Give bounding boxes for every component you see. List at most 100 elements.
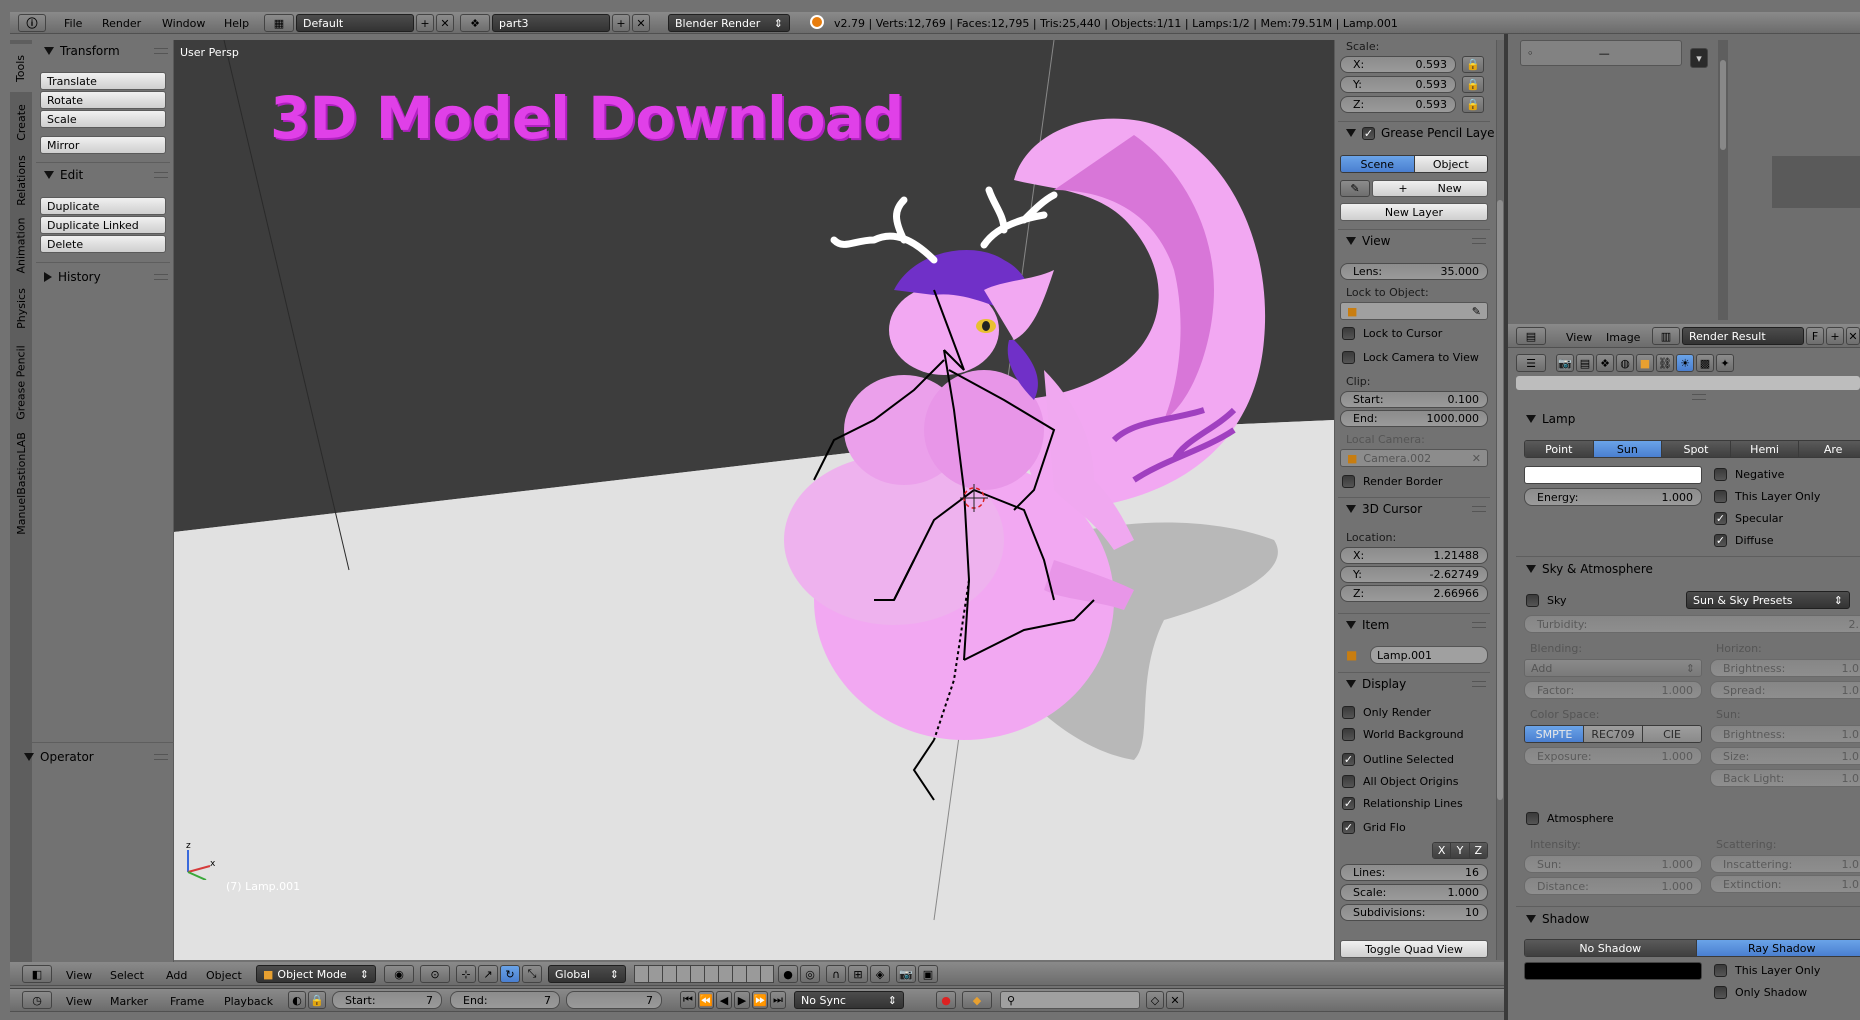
texture-tab-icon[interactable]: ▩ <box>1696 354 1714 372</box>
lamp-type-hemi[interactable]: Hemi <box>1730 441 1800 457</box>
subdivisions-field[interactable]: Subdivisions: 10 <box>1340 904 1488 921</box>
end-frame-field[interactable]: End: 7 <box>450 991 560 1009</box>
image-name-field[interactable]: Render Result <box>1682 327 1804 345</box>
back-light-field[interactable]: Back Light: 1.0 <box>1710 769 1860 787</box>
lock-icon[interactable]: 🔒 <box>1462 76 1484 93</box>
lamp-panel-header[interactable]: Lamp <box>1526 412 1575 426</box>
local-camera-field[interactable]: ■ Camera.002 ✕ <box>1340 449 1488 467</box>
world-background-checkbox[interactable]: World Background <box>1342 728 1464 741</box>
menu-view[interactable]: View <box>66 969 92 982</box>
exposure-field[interactable]: Exposure: 1.000 <box>1524 747 1702 765</box>
lock-frame-icon[interactable]: 🔒 <box>308 991 326 1009</box>
sun-brightness-field[interactable]: Brightness: 1.0 <box>1710 725 1860 743</box>
drag-grip-icon[interactable] <box>154 48 168 54</box>
snap-element-icon[interactable]: ⊞ <box>848 965 868 983</box>
extinction-field[interactable]: Extinction: 1.0 <box>1710 875 1860 893</box>
dropdown-icon[interactable]: ▾ <box>1690 48 1708 68</box>
scene-tab-icon[interactable]: ❖ <box>1596 354 1614 372</box>
scene-field[interactable]: part3 <box>492 14 610 32</box>
layout-icon[interactable]: ▦ <box>264 14 294 32</box>
tab-relations[interactable]: Relations <box>10 150 32 210</box>
menu-object[interactable]: Object <box>206 969 242 982</box>
new-layer-button[interactable]: New Layer <box>1340 203 1488 221</box>
translate-manip-icon[interactable]: ↗ <box>478 965 498 983</box>
spread-field[interactable]: Spread: 1.0 <box>1710 681 1860 699</box>
grease-pencil-panel-header[interactable]: ✓ Grease Pencil Laye <box>1346 126 1495 140</box>
eyedropper-icon[interactable]: ✎ <box>1472 305 1481 318</box>
color-space-smpte[interactable]: SMPTE <box>1525 726 1584 742</box>
outline-selected-checkbox[interactable]: ✓ Outline Selected <box>1342 753 1454 766</box>
start-frame-field[interactable]: Start: 7 <box>332 991 442 1009</box>
tab-grease-pencil[interactable]: Grease Pencil <box>10 340 32 424</box>
menu-render[interactable]: Render <box>102 17 141 30</box>
drag-grip-icon[interactable] <box>1472 506 1486 512</box>
horizon-brightness-field[interactable]: Brightness: 1.0 <box>1710 659 1860 677</box>
snap-target-icon[interactable]: ◈ <box>870 965 890 983</box>
info-icon[interactable]: ⓘ <box>18 14 46 32</box>
cursor-x-field[interactable]: X: 1.21488 <box>1340 547 1488 564</box>
add-scene-icon[interactable]: + <box>612 14 630 32</box>
translate-button[interactable]: Translate <box>40 72 166 90</box>
lamp-type-point[interactable]: Point <box>1525 441 1594 457</box>
this-layer-only-checkbox[interactable]: This Layer Only <box>1714 490 1820 503</box>
menu-select[interactable]: Select <box>110 969 144 982</box>
orientation-select[interactable]: Global ⇕ <box>548 965 626 983</box>
grease-source-toggle[interactable]: Scene Object <box>1340 155 1488 173</box>
intensity-sun-field[interactable]: Sun: 1.000 <box>1524 855 1702 873</box>
lock-layers-icon[interactable]: ● <box>778 965 798 983</box>
tab-object[interactable]: Object <box>1414 156 1487 172</box>
preview-range-icon[interactable]: ◐ <box>288 991 306 1009</box>
jump-end-icon[interactable]: ⏭ <box>770 991 786 1009</box>
axis-z-toggle[interactable]: Z <box>1469 843 1487 858</box>
lock-camera-checkbox[interactable]: Lock Camera to View <box>1342 351 1479 364</box>
lamp-type-spot[interactable]: Spot <box>1662 441 1731 457</box>
inscattering-field[interactable]: Inscattering: 1.0 <box>1710 855 1860 873</box>
jump-start-icon[interactable]: ⏮ <box>680 991 696 1009</box>
sky-checkbox[interactable]: Sky <box>1526 594 1566 607</box>
proportional-edit-icon[interactable]: ◎ <box>800 965 820 983</box>
play-icon[interactable]: ▶ <box>734 991 750 1009</box>
color-space-rec709[interactable]: REC709 <box>1584 726 1643 742</box>
object-tab-icon[interactable]: ■ <box>1636 354 1654 372</box>
shadow-panel-header[interactable]: Shadow <box>1526 912 1589 926</box>
lock-icon[interactable]: 🔒 <box>1462 56 1484 73</box>
render-engine-select[interactable]: Blender Render ⇕ <box>668 14 790 32</box>
rotate-button[interactable]: Rotate <box>40 91 166 109</box>
clip-start-field[interactable]: Start: 0.100 <box>1340 391 1488 408</box>
color-space-cie[interactable]: CIE <box>1643 726 1701 742</box>
add-image-icon[interactable]: + <box>1826 327 1844 345</box>
turbidity-field[interactable]: Turbidity: 2. <box>1524 615 1860 633</box>
lamp-type-sun[interactable]: Sun <box>1593 441 1663 457</box>
cursor-y-field[interactable]: Y: -2.62749 <box>1340 566 1488 583</box>
item-panel-header[interactable]: Item <box>1346 618 1389 632</box>
render-layers-tab-icon[interactable]: ▤ <box>1576 354 1594 372</box>
menu-help[interactable]: Help <box>224 17 249 30</box>
drag-grip-icon[interactable] <box>1472 238 1486 244</box>
lamp-color-swatch[interactable] <box>1524 466 1702 484</box>
menu-playback[interactable]: Playback <box>224 995 273 1008</box>
particles-tab-icon[interactable]: ✦ <box>1716 354 1734 372</box>
relationship-lines-checkbox[interactable]: ✓ Relationship Lines <box>1342 797 1463 810</box>
outliner-field[interactable]: ◦ — <box>1520 40 1682 66</box>
menu-frame[interactable]: Frame <box>170 995 204 1008</box>
ray-shadow-option[interactable]: Ray Shadow <box>1696 940 1860 956</box>
keying-set-field[interactable]: ⚲ <box>1000 991 1140 1009</box>
lock-object-field[interactable]: ■ ✎ <box>1340 302 1488 320</box>
axis-x-toggle[interactable]: X <box>1433 843 1452 858</box>
distance-field[interactable]: Distance: 1.000 <box>1524 877 1702 895</box>
cursor-panel-header[interactable]: 3D Cursor <box>1346 502 1422 516</box>
toggle-quad-view-button[interactable]: Toggle Quad View <box>1340 940 1488 958</box>
menu-file[interactable]: File <box>64 17 82 30</box>
drag-grip-icon[interactable] <box>154 754 168 760</box>
axis-y-toggle[interactable]: Y <box>1451 843 1470 858</box>
edit-panel-header[interactable]: Edit <box>44 168 83 182</box>
close-layout-icon[interactable]: ✕ <box>436 14 454 32</box>
fake-user-toggle[interactable]: F <box>1806 327 1824 345</box>
item-name-field[interactable]: Lamp.001 <box>1370 646 1488 664</box>
menu-add[interactable]: Add <box>166 969 187 982</box>
next-keyframe-icon[interactable]: ⏩ <box>752 991 768 1009</box>
transform-panel-header[interactable]: Transform <box>44 44 120 58</box>
grease-enable-checkbox[interactable]: ✓ <box>1362 126 1375 140</box>
negative-checkbox[interactable]: Negative <box>1714 468 1784 481</box>
render-tab-icon[interactable]: 📷 <box>1556 354 1574 372</box>
